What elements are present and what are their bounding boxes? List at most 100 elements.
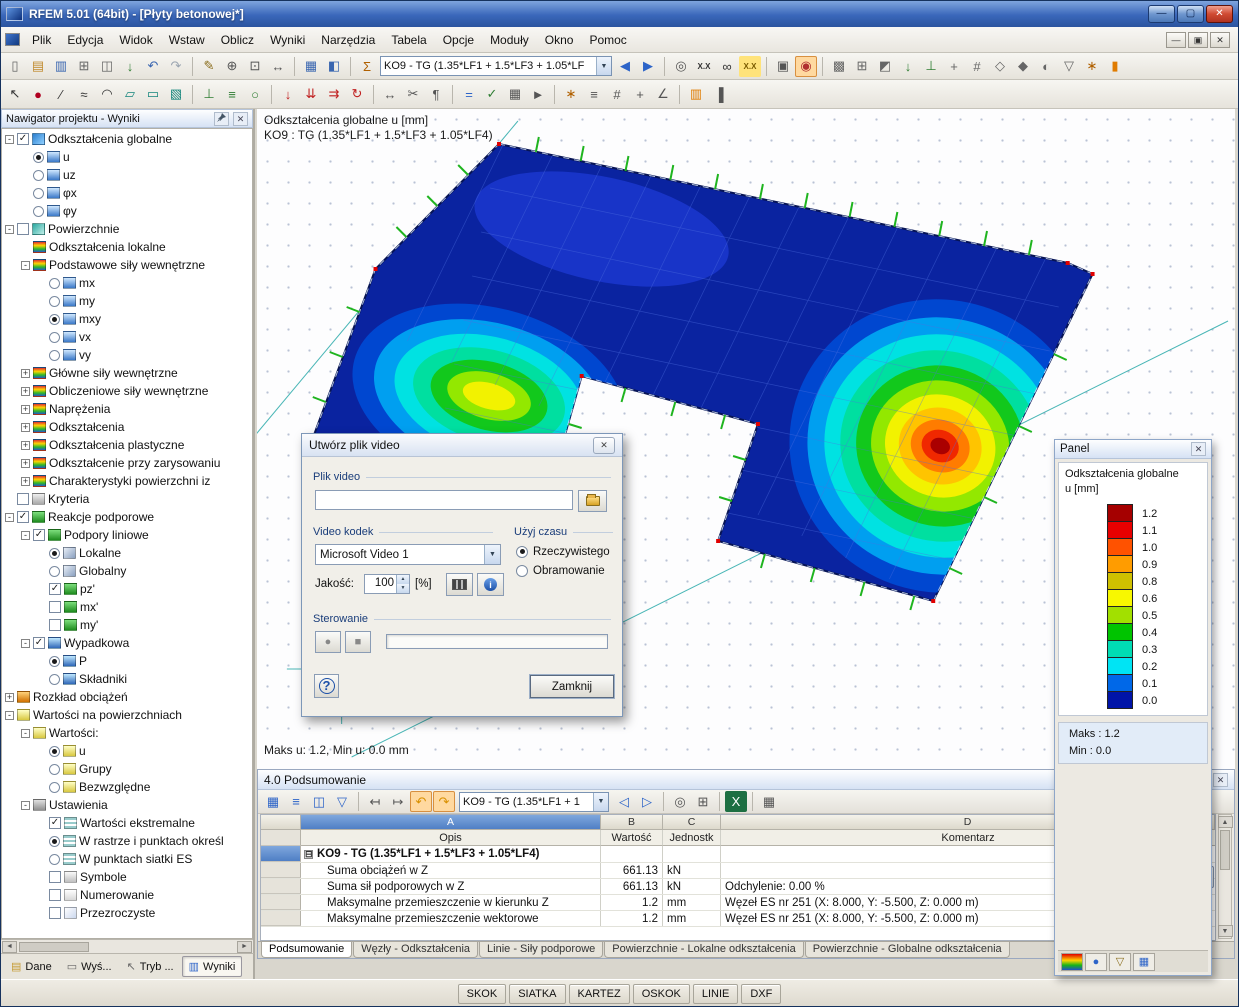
tree-item[interactable]: - Podstawowe siły wewnętrzne (2, 256, 252, 274)
tree-checkbox[interactable] (17, 223, 29, 235)
tree-item[interactable]: - Ustawienia (2, 796, 252, 814)
navigator-close-icon[interactable]: ✕ (233, 111, 248, 126)
time-option[interactable]: Obramowanie (516, 561, 610, 580)
video-record-icon[interactable]: ◉ (795, 55, 817, 77)
tree-item[interactable]: -φy (2, 202, 252, 220)
side-panel-icon[interactable]: ▐ (708, 84, 730, 105)
tree-radio[interactable] (49, 745, 60, 757)
tree-item[interactable]: -Składniki (2, 670, 252, 688)
tree-radio[interactable] (33, 205, 44, 217)
tree-item[interactable]: + Odkształcenia plastyczne (2, 436, 252, 454)
undo-icon[interactable]: ↶ (142, 56, 164, 77)
tree-checkbox[interactable] (17, 493, 29, 505)
tree-item[interactable]: + Charakterystyki powierzchni iz (2, 472, 252, 490)
tree-radio[interactable] (49, 853, 60, 865)
column-letter[interactable]: A (301, 815, 601, 830)
tree-radio[interactable] (49, 349, 60, 361)
codec-info-button[interactable]: i (477, 573, 504, 596)
panel-close-icon[interactable]: ✕ (1191, 442, 1206, 456)
column-letter[interactable]: C (663, 815, 721, 830)
panel-tab-color-scale[interactable]: ▥ (1061, 952, 1083, 971)
tree-radio[interactable] (49, 277, 60, 289)
record-button[interactable]: ● (315, 631, 341, 653)
tree-radio[interactable] (33, 169, 44, 181)
menu-item[interactable]: Edycja (59, 29, 111, 51)
tree-radio[interactable] (49, 655, 60, 667)
numbering-display-icon[interactable]: # (966, 56, 988, 77)
collapse-icon[interactable]: ⊟ (304, 849, 313, 859)
tree-item[interactable]: -φx (2, 184, 252, 202)
tree-radio[interactable] (49, 763, 60, 775)
status-toggle-oskok[interactable]: OSKOK (632, 984, 690, 1004)
tree-item[interactable]: -u (2, 742, 252, 760)
panel-toggle-icon[interactable]: ▮ (1104, 56, 1126, 77)
scroll-right-icon[interactable]: ► (237, 940, 252, 953)
collapse-icon[interactable]: - (21, 260, 30, 270)
help-button[interactable]: ? (314, 674, 339, 698)
tree-checkbox[interactable]: ✓ (33, 529, 45, 541)
tree-item[interactable]: -P (2, 652, 252, 670)
dimension-icon[interactable]: ↔ (379, 84, 401, 105)
tree-item[interactable]: -vy (2, 346, 252, 364)
edit-pen-icon[interactable]: ✎ (198, 56, 220, 77)
table-tab[interactable]: Linie - Siły podporowe (479, 942, 604, 958)
moment-load-icon[interactable]: ↻ (346, 84, 368, 105)
table-view-icon[interactable]: ▦ (300, 56, 322, 77)
menu-item[interactable]: Wstaw (161, 29, 213, 51)
menu-item[interactable]: Tabela (383, 29, 434, 51)
quality-stepper[interactable]: 100 ▲ ▼ (364, 574, 410, 594)
table-to-end-icon[interactable]: ↦ (387, 791, 409, 812)
visibility-icon[interactable]: ◐ (1035, 56, 1057, 77)
chevron-down-icon[interactable]: ▼ (593, 792, 608, 811)
navtab-wy[interactable]: ▭ Wyś... (60, 956, 119, 977)
configuration-icon[interactable]: ∗ (560, 84, 582, 105)
expand-icon[interactable]: + (21, 368, 30, 378)
chevron-down-icon[interactable]: ▼ (484, 545, 500, 564)
table-tab[interactable]: Powierzchnie - Lokalne odkształcenia (604, 942, 804, 958)
tree-checkbox[interactable] (49, 871, 61, 883)
tree-checkbox[interactable]: ✓ (33, 637, 45, 649)
save-icon[interactable]: ▥ (50, 56, 72, 77)
navtab-dane[interactable]: ▤ Dane (4, 956, 59, 977)
open-project-icon[interactable]: ▤ (27, 56, 49, 77)
tree-radio[interactable] (49, 547, 60, 559)
excel-export-icon[interactable]: X (725, 791, 747, 812)
tree-radio[interactable] (49, 835, 60, 847)
select-arrow-icon[interactable]: ↖ (4, 84, 26, 105)
layers-icon[interactable]: ≡ (583, 84, 605, 105)
tree-checkbox[interactable]: ✓ (49, 583, 61, 595)
fe-mesh-icon[interactable]: ⊞ (851, 56, 873, 77)
tree-item[interactable]: -W punktach siatki ES (2, 850, 252, 868)
zamknij-button[interactable]: Zamknij (530, 675, 614, 698)
pan-icon[interactable]: ↔ (267, 56, 289, 77)
copy-icon[interactable]: ◫ (96, 56, 118, 77)
tree-item[interactable]: - ✓ Podpory liniowe (2, 526, 252, 544)
new-file-icon[interactable]: ▯ (4, 56, 26, 77)
table-case-combo[interactable]: KO9 - TG (1.35*LF1 + 1 ▼ (459, 791, 609, 812)
tree-checkbox[interactable] (49, 619, 61, 631)
expand-icon[interactable]: + (21, 476, 30, 486)
tree-item[interactable]: + Odkształcenia (2, 418, 252, 436)
status-toggle-linie[interactable]: LINIE (692, 984, 739, 1004)
status-toggle-dxf[interactable]: DXF (741, 984, 782, 1004)
menu-item[interactable]: Plik (24, 29, 59, 51)
scroll-up-icon[interactable]: ▲ (1217, 816, 1233, 828)
tree-item[interactable]: -Grupy (2, 760, 252, 778)
expand-icon[interactable]: + (21, 440, 30, 450)
collapse-icon[interactable]: - (5, 224, 14, 234)
extreme-values-icon[interactable]: X.X (693, 56, 715, 77)
redo-icon[interactable]: ↷ (165, 56, 187, 77)
table-close-icon[interactable]: ✕ (1213, 772, 1228, 787)
table-settings-icon[interactable]: ▦ (262, 791, 284, 812)
export-icon[interactable]: ↓ (119, 56, 141, 77)
table-to-start-icon[interactable]: ↤ (364, 791, 386, 812)
tree-checkbox[interactable] (49, 907, 61, 919)
expand-icon[interactable]: + (21, 422, 30, 432)
codec-config-button[interactable] (446, 573, 473, 596)
tree-item[interactable]: -my' (2, 616, 252, 634)
scroll-thumb[interactable] (1220, 830, 1230, 870)
tree-item[interactable]: -✓Wartości ekstremalne (2, 814, 252, 832)
tree-item[interactable]: + Główne siły wewnętrzne (2, 364, 252, 382)
isometric-view-icon[interactable]: ◇ (989, 56, 1011, 77)
calculate-icon[interactable]: = (458, 84, 480, 105)
